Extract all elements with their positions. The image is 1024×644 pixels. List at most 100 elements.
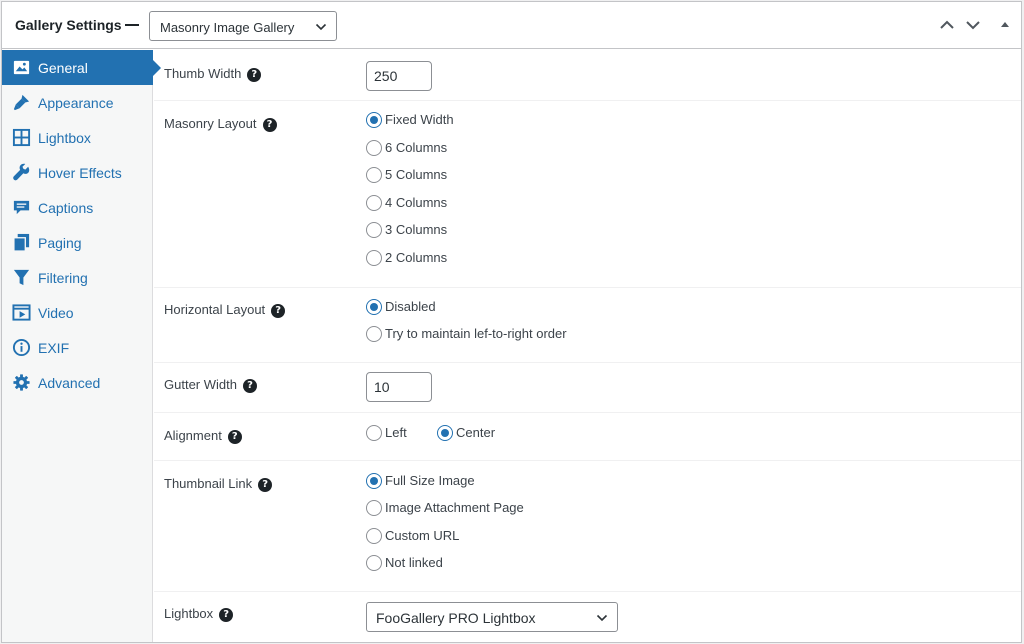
image-icon xyxy=(13,60,30,75)
setting-row-thumbnail-link: Thumbnail Link? Full Size Image Image At… xyxy=(154,461,1021,592)
grid-icon xyxy=(12,128,31,147)
help-icon[interactable]: ? xyxy=(262,118,277,132)
sidebar-item-general[interactable]: General xyxy=(2,50,161,85)
sidebar-item-video[interactable]: Video xyxy=(2,295,153,330)
radio-label: Center xyxy=(456,425,496,440)
radio-label: Try to maintain lef-to-right order xyxy=(385,326,567,341)
setting-row-thumb-width: Thumb Width? xyxy=(154,50,1021,101)
panel-header: Gallery Settings Masonry Image Gallery xyxy=(2,2,1021,49)
radio-dot xyxy=(366,473,382,489)
setting-label-text: Thumbnail Link xyxy=(164,476,253,491)
move-up-icon[interactable] xyxy=(937,15,957,35)
filter-icon xyxy=(13,269,30,286)
sidebar-item-captions[interactable]: Captions xyxy=(2,190,153,225)
setting-row-horizontal-layout: Horizontal Layout? Disabled Try to maint… xyxy=(154,288,1021,363)
radio-label: 4 Columns xyxy=(385,195,448,210)
sidebar-item-paging[interactable]: Paging xyxy=(2,225,153,260)
sidebar-item-exif[interactable]: EXIF xyxy=(2,330,153,365)
setting-label-text: Thumb Width xyxy=(164,66,242,81)
setting-label-text: Masonry Layout xyxy=(164,116,257,131)
sidebar-item-label: Lightbox xyxy=(38,130,91,146)
settings-content: Thumb Width? Masonry Layout? Fixed Width… xyxy=(154,50,1021,642)
radio-label: 3 Columns xyxy=(385,222,448,237)
help-icon[interactable]: ? xyxy=(271,304,286,318)
radio-label: 5 Columns xyxy=(385,167,448,182)
gutter-width-input[interactable] xyxy=(366,372,432,402)
lightbox-select[interactable]: FooGallery PRO Lightbox xyxy=(366,602,618,632)
sidebar-item-label: Appearance xyxy=(38,95,114,111)
help-icon[interactable]: ? xyxy=(247,68,262,82)
sidebar-item-label: Hover Effects xyxy=(38,165,122,181)
radio-label: Left xyxy=(385,425,407,440)
collapse-toggle-icon[interactable] xyxy=(995,15,1015,35)
chevron-down-icon xyxy=(596,614,608,622)
sidebar-item-label: EXIF xyxy=(38,340,70,356)
radio-label: Fixed Width xyxy=(385,112,454,127)
paintbrush-icon xyxy=(13,94,30,111)
settings-sidebar: General Appearance Lightbox Hover Effect… xyxy=(2,50,161,642)
help-icon[interactable]: ? xyxy=(219,608,234,622)
radio-label: Disabled xyxy=(385,299,436,314)
radio-dot xyxy=(366,425,382,441)
sidebar-item-hover-effects[interactable]: Hover Effects xyxy=(2,155,153,190)
comment-icon xyxy=(13,200,30,215)
setting-label-text: Alignment xyxy=(164,428,222,443)
radio-dot xyxy=(366,167,382,183)
radio-dot xyxy=(366,555,382,571)
setting-label-text: Gutter Width xyxy=(164,377,237,392)
info-icon xyxy=(12,338,31,357)
sidebar-item-label: Advanced xyxy=(38,375,101,391)
radio-dot xyxy=(366,195,382,211)
radio-label: 2 Columns xyxy=(385,250,448,265)
radio-label: Custom URL xyxy=(385,528,460,543)
help-icon[interactable]: ? xyxy=(242,379,257,393)
gallery-settings-panel: Gallery Settings Masonry Image Gallery G… xyxy=(1,1,1022,643)
setting-row-alignment: Alignment? Left Center xyxy=(154,413,1021,461)
sidebar-item-filtering[interactable]: Filtering xyxy=(2,260,153,295)
panel-title: Gallery Settings xyxy=(15,17,122,33)
radio-dot xyxy=(366,528,382,544)
radio-dot xyxy=(366,326,382,342)
setting-label: Gutter Width? xyxy=(164,377,257,393)
gallery-template-select[interactable]: Masonry Image Gallery xyxy=(149,11,337,41)
setting-label: Thumb Width? xyxy=(164,66,262,82)
sidebar-item-lightbox[interactable]: Lightbox xyxy=(2,120,153,155)
setting-row-gutter-width: Gutter Width? xyxy=(154,363,1021,413)
video-icon xyxy=(12,304,31,321)
radio-dot xyxy=(366,250,382,266)
radio-dot xyxy=(366,112,382,128)
help-icon[interactable]: ? xyxy=(227,430,242,444)
radio-label: 6 Columns xyxy=(385,140,448,155)
copy-pages-icon xyxy=(13,233,30,252)
radio-dot xyxy=(366,500,382,516)
wrench-icon xyxy=(13,163,30,181)
sidebar-item-label: Video xyxy=(38,305,74,321)
setting-label-lightbox: Lightbox? xyxy=(164,606,234,622)
radio-label: Not linked xyxy=(385,555,443,570)
setting-label: Masonry Layout? xyxy=(164,116,277,132)
sidebar-item-label: Captions xyxy=(38,200,94,216)
thumb-width-input[interactable] xyxy=(366,61,432,91)
sidebar-item-advanced[interactable]: Advanced xyxy=(2,365,153,400)
radio-dot xyxy=(366,222,382,238)
help-icon[interactable]: ? xyxy=(258,478,273,492)
setting-label: Thumbnail Link? xyxy=(164,476,273,492)
radio-label: Image Attachment Page xyxy=(385,500,524,515)
gear-icon xyxy=(13,374,30,391)
setting-label-text: Horizontal Layout xyxy=(164,302,266,317)
title-dash xyxy=(125,24,139,26)
radio-dot xyxy=(437,425,453,441)
radio-dot xyxy=(366,299,382,315)
radio-dot xyxy=(366,140,382,156)
setting-label-text: Lightbox xyxy=(164,606,214,621)
move-down-icon[interactable] xyxy=(963,15,983,35)
radio-label: Full Size Image xyxy=(385,473,475,488)
gallery-template-value: Masonry Image Gallery xyxy=(160,20,295,35)
setting-label: Horizontal Layout? xyxy=(164,302,286,318)
sidebar-item-appearance[interactable]: Appearance xyxy=(2,85,153,120)
lightbox-select-value: FooGallery PRO Lightbox xyxy=(376,610,536,626)
setting-row-masonry-layout: Masonry Layout? Fixed Width 6 Columns 5 … xyxy=(154,101,1021,288)
chevron-down-icon xyxy=(315,23,327,31)
setting-label: Alignment? xyxy=(164,428,242,444)
sidebar-item-label: Filtering xyxy=(38,270,88,286)
